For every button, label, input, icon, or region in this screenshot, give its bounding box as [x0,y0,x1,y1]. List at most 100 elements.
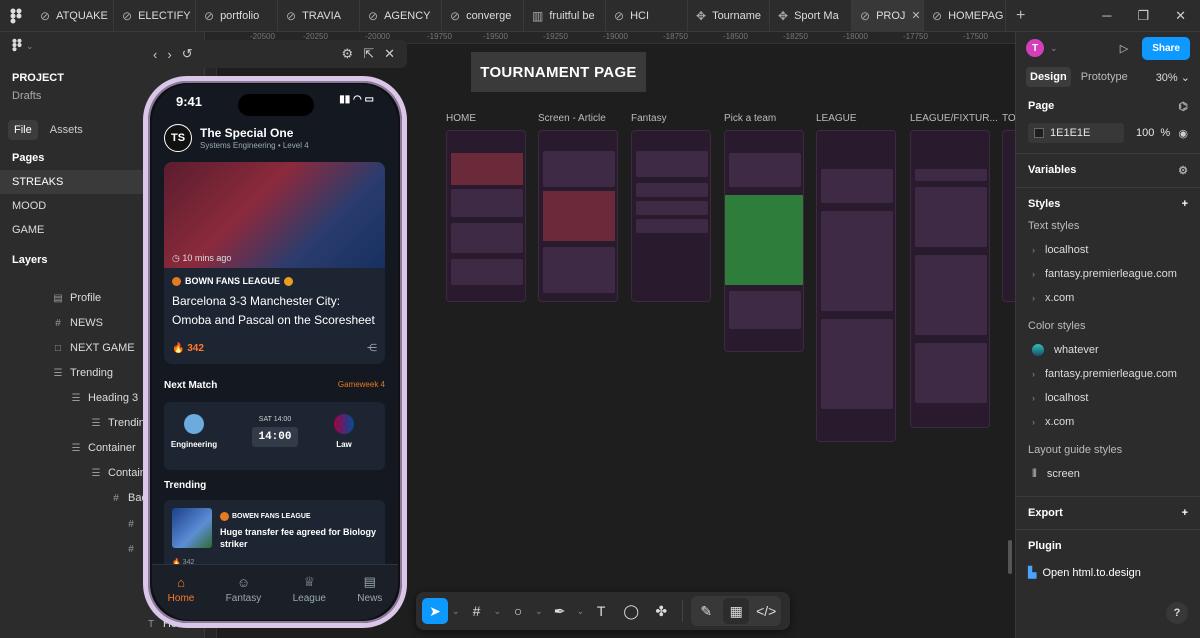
dev-mode-icon[interactable]: </> [753,598,779,624]
frame-thumbnail-pick-team[interactable] [724,130,804,352]
style-item[interactable]: › localhost [1028,386,1188,410]
tab-file[interactable]: ✥ Sport Ma [770,0,852,32]
frame-label[interactable]: Pick a team [724,113,776,124]
tab-file[interactable]: ⊘ ATQUAKE [32,0,114,32]
nav-fantasy[interactable]: ☺ Fantasy [226,573,262,605]
share-icon[interactable]: ⋲ [367,343,377,354]
tab-file[interactable]: ⊘ converge [442,0,524,32]
page-settings-icon[interactable]: ⌬ [1178,100,1188,113]
figma-menu-icon[interactable] [0,0,32,32]
actions-icon[interactable]: ✤ [648,598,674,624]
layer-row[interactable]: ☰ Container [70,436,136,460]
opacity-field[interactable]: 100 [1136,127,1154,139]
chevron-down-icon[interactable]: ⌄ [494,606,502,617]
settings-icon[interactable]: ⚙ [342,46,354,62]
frame-thumbnail-home[interactable] [446,130,526,302]
style-item[interactable]: › fantasy.premierleague.com [1028,362,1188,386]
news-card[interactable]: ◷ 10 mins ago BOWN FANS LEAGUE Barcelona… [164,162,385,364]
close-tab-icon[interactable]: ✕ [911,9,920,22]
zoom-level[interactable]: 30% ⌄ [1156,71,1190,84]
layer-row[interactable]: # NEWS [52,311,103,335]
layer-row[interactable]: □ NEXT GAME [52,336,135,360]
tab-assets[interactable]: Assets [44,120,89,140]
visibility-icon[interactable]: ◉ [1178,127,1188,140]
frame-label[interactable]: Fantasy [631,113,667,124]
chevron-down-icon[interactable]: ⌄ [535,606,543,617]
frame-thumbnail-fantasy[interactable] [631,130,711,302]
nav-league[interactable]: ♕ League [293,573,326,604]
tab-file[interactable]: ⊘ HOMEPAG [924,0,1006,32]
frame-thumbnail-league-fixtures[interactable] [910,130,990,428]
tab-file[interactable]: ⊘ portfolio [196,0,278,32]
tab-design[interactable]: Design [1026,67,1071,87]
tab-file[interactable]: ⊘ TRAVIA [278,0,360,32]
tab-file[interactable]: ✥ Tourname [688,0,770,32]
frame-label[interactable]: Screen - Article [538,113,606,124]
style-item[interactable]: › fantasy.premierleague.com [1028,262,1188,286]
canvas-scrollbar[interactable] [1008,540,1012,574]
tab-prototype[interactable]: Prototype [1077,67,1132,87]
draw-mode-icon[interactable]: ✎ [693,598,719,624]
comment-tool-icon[interactable]: ◯ [618,598,644,624]
back-icon[interactable]: ‹ [153,47,157,62]
restart-icon[interactable]: ↺ [182,46,193,62]
present-icon[interactable]: ▷ [1120,42,1128,55]
avatar[interactable]: T [1026,39,1044,57]
text-tool-icon[interactable]: T [588,598,614,624]
layer-row[interactable]: ☰ Trending [90,411,152,435]
tab-file-active[interactable]: ⊘ PROJ ✕ [852,0,924,32]
frame-thumbnail-league[interactable] [816,130,896,442]
layer-row[interactable]: # [125,512,137,536]
forward-icon[interactable]: › [167,47,171,62]
nav-home[interactable]: ⌂ Home [168,573,195,605]
close-window-icon[interactable]: ✕ [1175,8,1186,24]
shape-tool-icon[interactable]: ○ [505,598,531,624]
maximize-icon[interactable]: ❐ [1137,8,1149,24]
match-card[interactable]: Engineering SAT 14:00 14:00 Law [164,402,385,470]
main-menu-icon[interactable] [12,38,22,55]
section-title[interactable]: TOURNAMENT PAGE [471,52,646,92]
design-mode-icon[interactable]: ▦ [723,598,750,624]
profile-header[interactable]: TS The Special One Systems Engineering •… [164,124,309,152]
style-item[interactable]: › localhost [1028,238,1188,262]
fire-count[interactable]: 🔥 342 [172,343,204,354]
frame-thumbnail-partial[interactable] [1002,130,1015,302]
tab-file[interactable]: ⊘ HCI [606,0,688,32]
frame-thumbnail-article[interactable] [538,130,618,302]
frame-label[interactable]: HOME [446,113,476,124]
pen-tool-icon[interactable]: ✒ [547,598,573,624]
trending-card[interactable]: BOWEN FANS LEAGUE Huge transfer fee agre… [164,500,385,570]
frame-label[interactable]: TO [1002,113,1015,124]
layer-row[interactable]: ▤ Profile [52,286,101,310]
variables-icon[interactable]: ⚙ [1178,164,1188,177]
layer-row[interactable]: ☰ Trending [52,361,114,385]
layer-row[interactable]: ☰ Heading 3 [70,386,139,410]
page-color-field[interactable]: 1E1E1E [1028,123,1124,143]
tab-file[interactable]: ⊘ ELECTIFY [114,0,196,32]
style-item[interactable]: ⦀ screen [1028,462,1188,486]
style-item[interactable]: › x.com [1028,286,1188,310]
style-item[interactable]: › x.com [1028,410,1188,434]
tab-file[interactable]: File [8,120,38,140]
chevron-down-icon[interactable]: ⌄ [577,606,585,617]
plugin-item[interactable]: ▙ Open html.to.design [1028,566,1188,580]
frame-label[interactable]: LEAGUE/FIXTUR... [910,113,998,124]
frame-label[interactable]: LEAGUE [816,113,857,124]
add-export-icon[interactable]: + [1182,507,1188,519]
open-external-icon[interactable]: ⇱ [363,46,374,62]
layer-row[interactable]: # [125,537,137,561]
chevron-down-icon[interactable]: ⌄ [1050,43,1058,54]
new-tab-button[interactable]: + [1006,7,1035,25]
avatar[interactable]: TS [164,124,192,152]
frame-tool-icon[interactable]: # [464,598,490,624]
nav-news[interactable]: ▤ News [357,573,382,604]
variables-title[interactable]: Variables [1028,164,1076,177]
chevron-down-icon[interactable]: ⌄ [26,41,34,52]
share-button[interactable]: Share [1142,36,1190,60]
move-tool-icon[interactable]: ➤ [422,598,448,624]
minimize-icon[interactable]: ─ [1102,8,1111,24]
tab-file[interactable]: ⊘ AGENCY [360,0,442,32]
close-icon[interactable]: ✕ [384,46,395,62]
tab-file[interactable]: ▥ fruitful be [524,0,606,32]
add-style-icon[interactable]: + [1182,198,1188,210]
